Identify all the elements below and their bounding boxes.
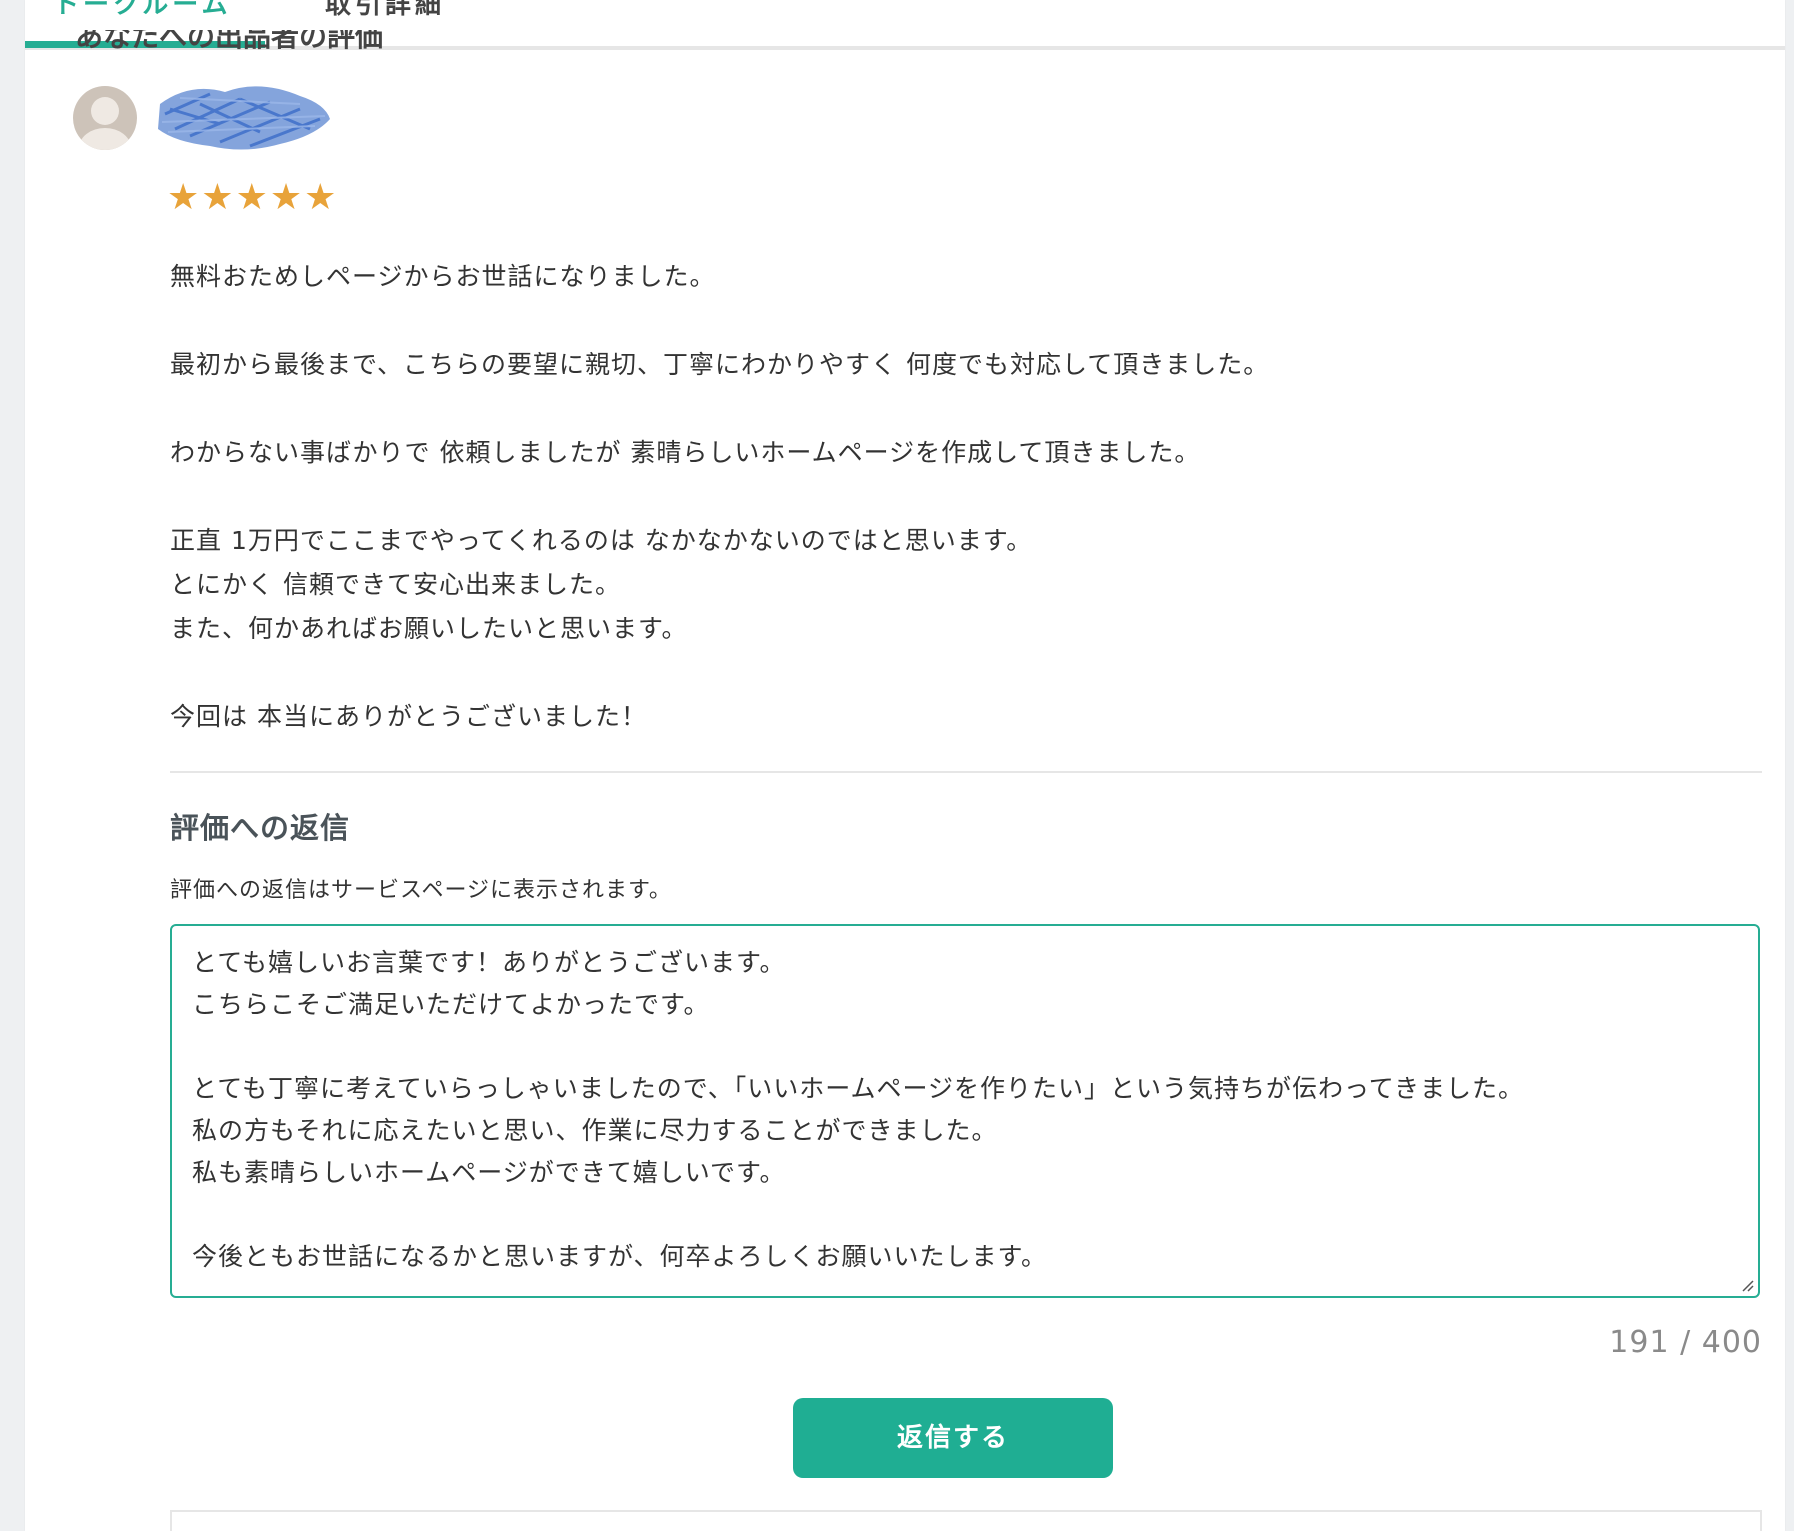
star-icon: ★ <box>235 177 268 218</box>
rating-stars: ★ ★ ★ ★ ★ <box>167 180 336 216</box>
avatar-body <box>79 128 131 150</box>
review-text: 無料おためしページからお世話になりました。 最初から最後まで、こちらの要望に親切… <box>170 255 1730 739</box>
star-icon: ★ <box>269 177 303 218</box>
reply-line: 私も素晴らしいホームページができて嬉しいです。 <box>192 1158 786 1187</box>
review-line: とにかく 信頼できて安心出来ました。 <box>170 570 621 599</box>
review-line <box>170 387 1730 431</box>
reply-line <box>192 1194 1738 1236</box>
resize-handle-icon[interactable] <box>1740 1278 1754 1292</box>
review-line: また、何かあればお願いしたいと思います。 <box>170 614 688 643</box>
star-icon: ★ <box>304 177 337 218</box>
tab-talkroom[interactable]: トークルーム <box>53 0 231 28</box>
character-count: 191 / 400 <box>1609 1325 1762 1360</box>
reply-heading: 評価への返信 <box>170 811 351 845</box>
review-line <box>170 299 1730 343</box>
redacted-username-scribble <box>158 86 330 150</box>
avatar-head <box>91 97 119 125</box>
review-line <box>170 475 1730 519</box>
reply-note: 評価への返信はサービスページに表示されます。 <box>170 878 672 903</box>
page: トークルーム 取引詳細 あなたへの出品者の評価 ★ ★ ★ ★ ★ 無料おためし… <box>25 0 1785 1531</box>
star-icon: ★ <box>167 177 200 218</box>
review-line: 今回は 本当にありがとうございました！ <box>170 702 647 731</box>
review-line: わからない事ばかりで 依頼しましたが 素晴らしいホームページを作成して頂きました… <box>170 438 1201 467</box>
review-line: 最初から最後まで、こちらの要望に親切、丁寧にわかりやすく 何度でも対応して頂きま… <box>170 350 1270 379</box>
reply-line: こちらこそご満足いただけてよかったです。 <box>192 990 710 1019</box>
review-line: 無料おためしページからお世話になりました。 <box>170 262 716 291</box>
avatar <box>73 86 137 150</box>
next-card <box>170 1510 1762 1531</box>
reply-line: とても丁寧に考えていらっしゃいましたので、「いいホームページを作りたい」という気… <box>192 1074 1525 1103</box>
review-line: 正直 1万円でここまでやってくれるのは なかなかないのではと思います。 <box>170 526 1033 555</box>
star-icon: ★ <box>201 177 234 218</box>
reply-line: 今後ともお世話になるかと思いますが、何卒よろしくお願いいたします。 <box>192 1242 1048 1271</box>
review-section-title: あなたへの出品者の評価 <box>75 30 384 53</box>
review-line <box>170 651 1730 695</box>
reply-textarea[interactable]: とても嬉しいお言葉です！ありがとうございます。 こちらこそご満足いただけてよかっ… <box>170 924 1760 1298</box>
submit-reply-button[interactable]: 返信する <box>793 1398 1113 1478</box>
reply-line: とても嬉しいお言葉です！ありがとうございます。 <box>192 948 786 977</box>
divider <box>170 771 1762 773</box>
reply-line: 私の方もそれに応えたいと思い、作業に尽力することができました。 <box>192 1116 998 1145</box>
tab-transaction-detail[interactable]: 取引詳細 <box>325 0 445 28</box>
reply-line <box>192 1026 1738 1068</box>
